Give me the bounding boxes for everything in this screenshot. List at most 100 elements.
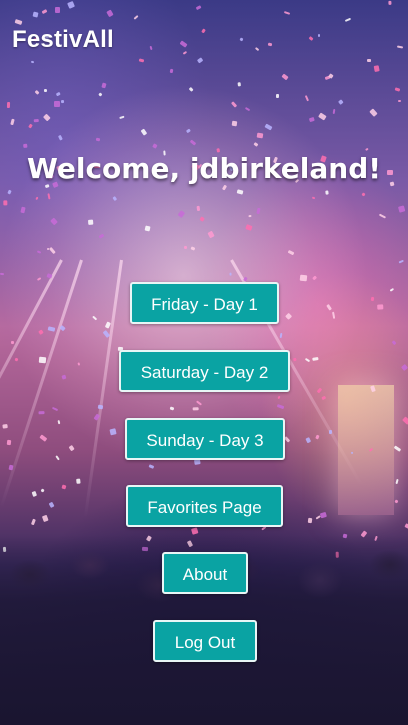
confetti-piece [61,374,67,380]
confetti-piece [256,207,262,214]
confetti-piece [396,45,404,50]
confetti-piece [40,434,48,442]
confetti-piece [320,512,328,519]
confetti-piece [254,47,259,52]
confetti-piece [264,123,273,131]
confetti-piece [311,196,316,200]
confetti-piece [308,36,314,42]
log-out-button[interactable]: Log Out [153,620,257,662]
confetti-piece [222,184,228,191]
confetti-piece [281,73,289,81]
confetti-piece [112,196,117,202]
confetti-piece [6,440,12,446]
confetti-piece [332,108,336,114]
saturday-day2-button[interactable]: Saturday - Day 2 [119,350,290,392]
confetti-piece [30,61,35,64]
sunday-day3-button[interactable]: Sunday - Day 3 [125,418,285,460]
confetti-piece [35,197,40,201]
confetti-piece [192,407,199,411]
confetti-piece [38,356,47,363]
confetti-piece [37,329,44,335]
confetti-piece [92,315,98,321]
confetti-piece [152,142,158,148]
lit-building [338,385,394,515]
confetti-piece [331,311,336,319]
confetti-piece [77,362,81,367]
confetti-piece [244,106,250,112]
confetti-piece [38,410,45,415]
confetti-piece [109,428,117,436]
confetti-piece [191,246,196,251]
confetti-piece [76,478,81,484]
confetti-piece [318,112,328,121]
confetti-piece [20,206,27,214]
confetti-piece [311,275,318,281]
confetti-piece [41,514,49,523]
confetti-piece [57,419,61,425]
confetti-piece [276,94,280,99]
confetti-piece [49,246,56,254]
confetti-piece [58,134,64,141]
favorites-page-button[interactable]: Favorites Page [126,485,283,527]
confetti-piece [54,455,60,462]
confetti-piece [140,128,147,136]
confetti-piece [397,99,401,102]
confetti-piece [14,18,23,25]
confetti-piece [401,363,408,371]
confetti-piece [169,68,175,74]
friday-day1-button[interactable]: Friday - Day 1 [130,282,279,324]
confetti-piece [394,86,401,91]
confetti-piece [144,225,152,233]
confetti-piece [179,40,188,49]
confetti-piece [321,396,327,401]
confetti-piece [243,276,248,282]
confetti-piece [33,118,39,122]
confetti-piece [95,137,100,142]
confetti-piece [393,445,401,452]
confetti-piece [182,50,188,55]
confetti-piece [149,46,153,51]
confetti-piece [28,123,33,129]
confetti-piece [87,219,94,226]
confetti-piece [292,357,297,362]
confetti-piece [169,406,175,411]
confetti-piece [277,395,281,400]
about-button[interactable]: About [162,552,248,594]
confetti-piece [195,400,202,406]
confetti-piece [10,118,15,126]
confetti-piece [394,499,399,504]
light-beam [0,259,63,491]
confetti-piece [370,297,375,302]
confetti-piece [7,102,11,109]
confetti-piece [199,216,205,223]
confetti-piece [0,272,5,276]
confetti-piece [361,192,367,197]
light-beam [83,259,123,518]
confetti-piece [228,272,232,276]
confetti-piece [312,356,319,361]
confetti-piece [314,434,319,440]
confetti-piece [236,189,244,196]
confetti-piece [32,11,39,18]
confetti-piece [54,7,61,13]
confetti-piece [373,64,380,72]
app-logo[interactable]: FestivAll [12,26,114,54]
confetti-piece [53,101,60,108]
confetti-piece [51,406,59,412]
confetti-piece [245,224,253,231]
confetti-piece [34,90,40,96]
confetti-piece [14,357,18,362]
confetti-piece [318,34,321,38]
confetti-piece [196,57,204,65]
confetti-piece [98,92,103,97]
confetti-piece [344,18,351,23]
confetti-piece [239,37,245,42]
confetti-piece [376,304,383,310]
confetti-piece [189,139,196,146]
confetti-piece [256,132,264,138]
confetti-piece [390,288,395,292]
confetti-piece [49,217,58,225]
confetti-piece [305,437,312,443]
confetti-piece [36,277,42,282]
confetti-piece [46,192,51,199]
